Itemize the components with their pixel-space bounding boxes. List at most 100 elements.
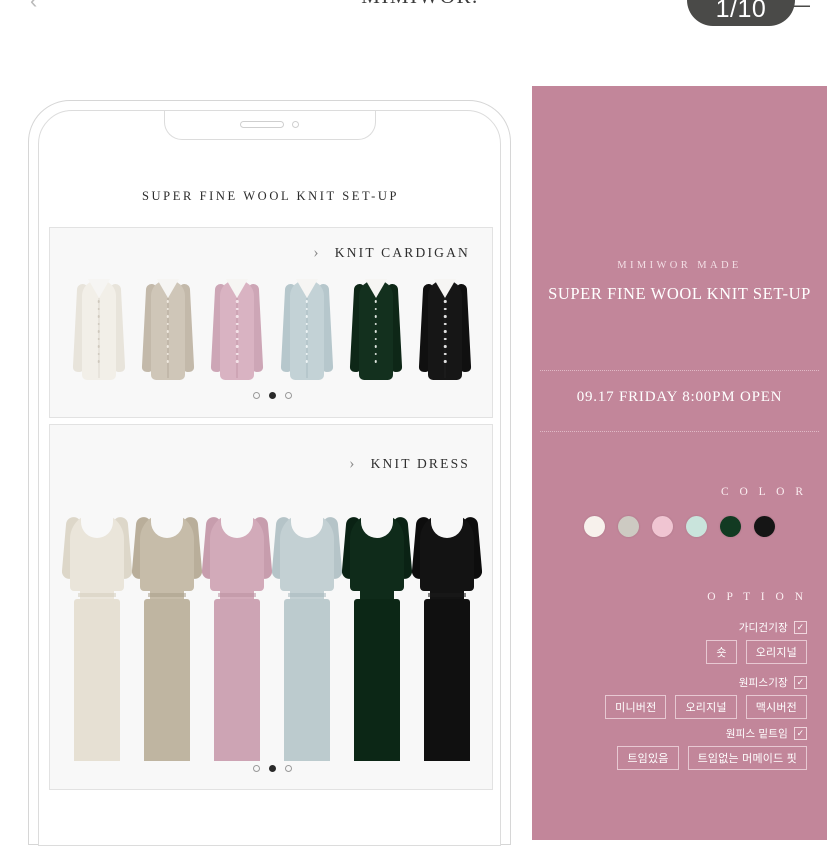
cardigan-thumb-cream[interactable] — [72, 274, 125, 382]
color-section-label: C O L O R — [720, 486, 807, 498]
v-neckline — [226, 279, 249, 298]
option-choice-0-1[interactable]: 오리지널 — [745, 640, 807, 664]
dress-thumb-beige[interactable] — [131, 512, 203, 761]
option-choice-row: 숏 오리지널 — [547, 640, 807, 664]
v-neckline — [156, 279, 179, 298]
option-choice-2-0[interactable]: 트임있음 — [617, 746, 679, 770]
option-choice-1-2[interactable]: 맥시버전 — [745, 695, 807, 719]
chevron-right-icon: › — [313, 244, 321, 261]
button-row — [374, 300, 378, 363]
pagination-dot-1[interactable] — [252, 392, 260, 399]
dress-skirt — [144, 599, 190, 761]
promo-open-time: 09.17 FRIDAY 8:00PM OPEN — [576, 389, 783, 405]
option-choice-row: 트임있음 트임없는 머메이드 핏 — [547, 746, 807, 770]
pagination-dot-3[interactable] — [284, 392, 292, 399]
option-group-dress-slit: 원피스 밑트임 ✓ 트임있음 트임없는 머메이드 핏 — [547, 726, 807, 770]
pagination-dot-2[interactable] — [268, 765, 276, 772]
color-swatch-pink[interactable] — [652, 516, 673, 537]
pagination-dot-3[interactable] — [284, 765, 292, 772]
v-neckline — [364, 279, 387, 298]
product-card-cardigan[interactable]: › KNIT CARDIGAN — [49, 227, 493, 418]
divider-bottom — [540, 431, 819, 432]
option-label: 가디건기장 — [738, 622, 788, 634]
dress-skirt — [74, 599, 120, 761]
cardigan-thumb-blue[interactable] — [280, 274, 333, 382]
color-swatch-cream[interactable] — [584, 516, 605, 537]
color-swatch-mint[interactable] — [686, 516, 707, 537]
cardigan-thumb-beige[interactable] — [141, 274, 195, 382]
card-heading-dress[interactable]: › KNIT DRESS — [349, 455, 470, 473]
cardigan-thumb-pink[interactable] — [211, 274, 264, 382]
option-choice-1-0[interactable]: 미니버전 — [605, 695, 667, 719]
color-swatch-list[interactable] — [532, 516, 827, 537]
option-group-dress-length: 원피스기장 ✓ 미니버전 오리지널 맥시버전 — [547, 675, 807, 719]
dress-belt — [358, 593, 396, 597]
option-choice-0-0[interactable]: 숏 — [706, 640, 737, 664]
promo-title: SUPER FINE WOOL KNIT SET-UP — [548, 284, 811, 303]
button-row — [97, 300, 100, 363]
phone-mockup: SUPER FINE WOOL KNIT SET-UP › KNIT CARDI… — [28, 100, 511, 846]
dress-thumb-cream[interactable] — [61, 512, 133, 761]
option-checkbox[interactable]: ✓ — [794, 727, 807, 740]
option-checkbox[interactable]: ✓ — [794, 621, 807, 634]
speaker-icon — [240, 121, 284, 128]
option-head: 원피스 밑트임 ✓ — [547, 726, 807, 741]
dress-thumbnail-row — [50, 511, 494, 761]
card-heading-label: KNIT CARDIGAN — [334, 245, 470, 260]
camera-icon — [292, 121, 299, 128]
dress-belt — [288, 593, 326, 597]
dress-thumb-blue[interactable] — [271, 512, 343, 761]
dress-belt — [78, 593, 116, 597]
color-swatch-beige[interactable] — [618, 516, 639, 537]
dress-skirt — [284, 599, 330, 761]
cardigan-thumb-black[interactable] — [419, 274, 472, 382]
button-row — [166, 300, 170, 363]
dress-thumb-black[interactable] — [411, 512, 483, 761]
v-neckline — [295, 279, 318, 298]
button-row — [444, 300, 447, 363]
option-group-cardigan-length: 가디건기장 ✓ 숏 오리지널 — [547, 620, 807, 664]
promo-made-label: MIMIWOR MADE — [617, 260, 742, 271]
option-head: 가디건기장 ✓ — [547, 620, 807, 635]
card-heading-label: KNIT DRESS — [370, 456, 470, 471]
option-choice-1-1[interactable]: 오리지널 — [675, 695, 737, 719]
button-row — [236, 300, 239, 363]
option-label: 원피스 밑트임 — [725, 728, 788, 740]
top-chrome: ‹ MIMIWOR. 1/10 — — [0, 0, 840, 46]
color-swatch-black[interactable] — [754, 516, 775, 537]
phone-screen: SUPER FINE WOOL KNIT SET-UP › KNIT CARDI… — [38, 110, 501, 846]
product-card-dress[interactable]: › KNIT DRESS — [49, 424, 493, 790]
image-counter-badge: 1/10 — [687, 0, 795, 26]
color-swatch-green[interactable] — [720, 516, 741, 537]
v-neckline — [87, 279, 110, 298]
dress-belt — [148, 593, 186, 597]
dress-belt — [218, 593, 256, 597]
cardigan-thumbnail-row — [50, 272, 494, 382]
promo-panel: MIMIWOR MADE SUPER FINE WOOL KNIT SET-UP… — [532, 86, 827, 840]
v-neckline — [434, 279, 457, 298]
dress-skirt — [354, 599, 400, 761]
divider-top — [540, 370, 819, 371]
option-section-label: O P T I O N — [707, 591, 807, 603]
card-heading-cardigan[interactable]: › KNIT CARDIGAN — [313, 244, 470, 262]
cardigan-thumb-green[interactable] — [349, 274, 403, 382]
dress-thumb-green[interactable] — [341, 512, 413, 761]
page-title: SUPER FINE WOOL KNIT SET-UP — [141, 189, 400, 203]
option-checkbox[interactable]: ✓ — [794, 676, 807, 689]
chevron-right-icon: › — [349, 455, 357, 472]
button-row — [305, 300, 308, 363]
phone-notch — [163, 111, 376, 140]
option-label: 원피스기장 — [738, 677, 788, 689]
option-choice-row: 미니버전 오리지널 맥시버전 — [547, 695, 807, 719]
dress-skirt — [214, 599, 260, 761]
dress-skirt — [424, 599, 470, 761]
option-choice-2-1[interactable]: 트임없는 머메이드 핏 — [687, 746, 807, 770]
pagination-dot-1[interactable] — [252, 765, 260, 772]
dress-thumb-pink[interactable] — [201, 512, 273, 761]
dress-pagination-dots[interactable] — [50, 765, 494, 772]
cardigan-pagination-dots[interactable] — [50, 392, 494, 399]
counter-dash-icon: — — [788, 0, 810, 17]
pagination-dot-2[interactable] — [268, 392, 276, 399]
option-head: 원피스기장 ✓ — [547, 675, 807, 690]
dress-belt — [428, 593, 466, 597]
